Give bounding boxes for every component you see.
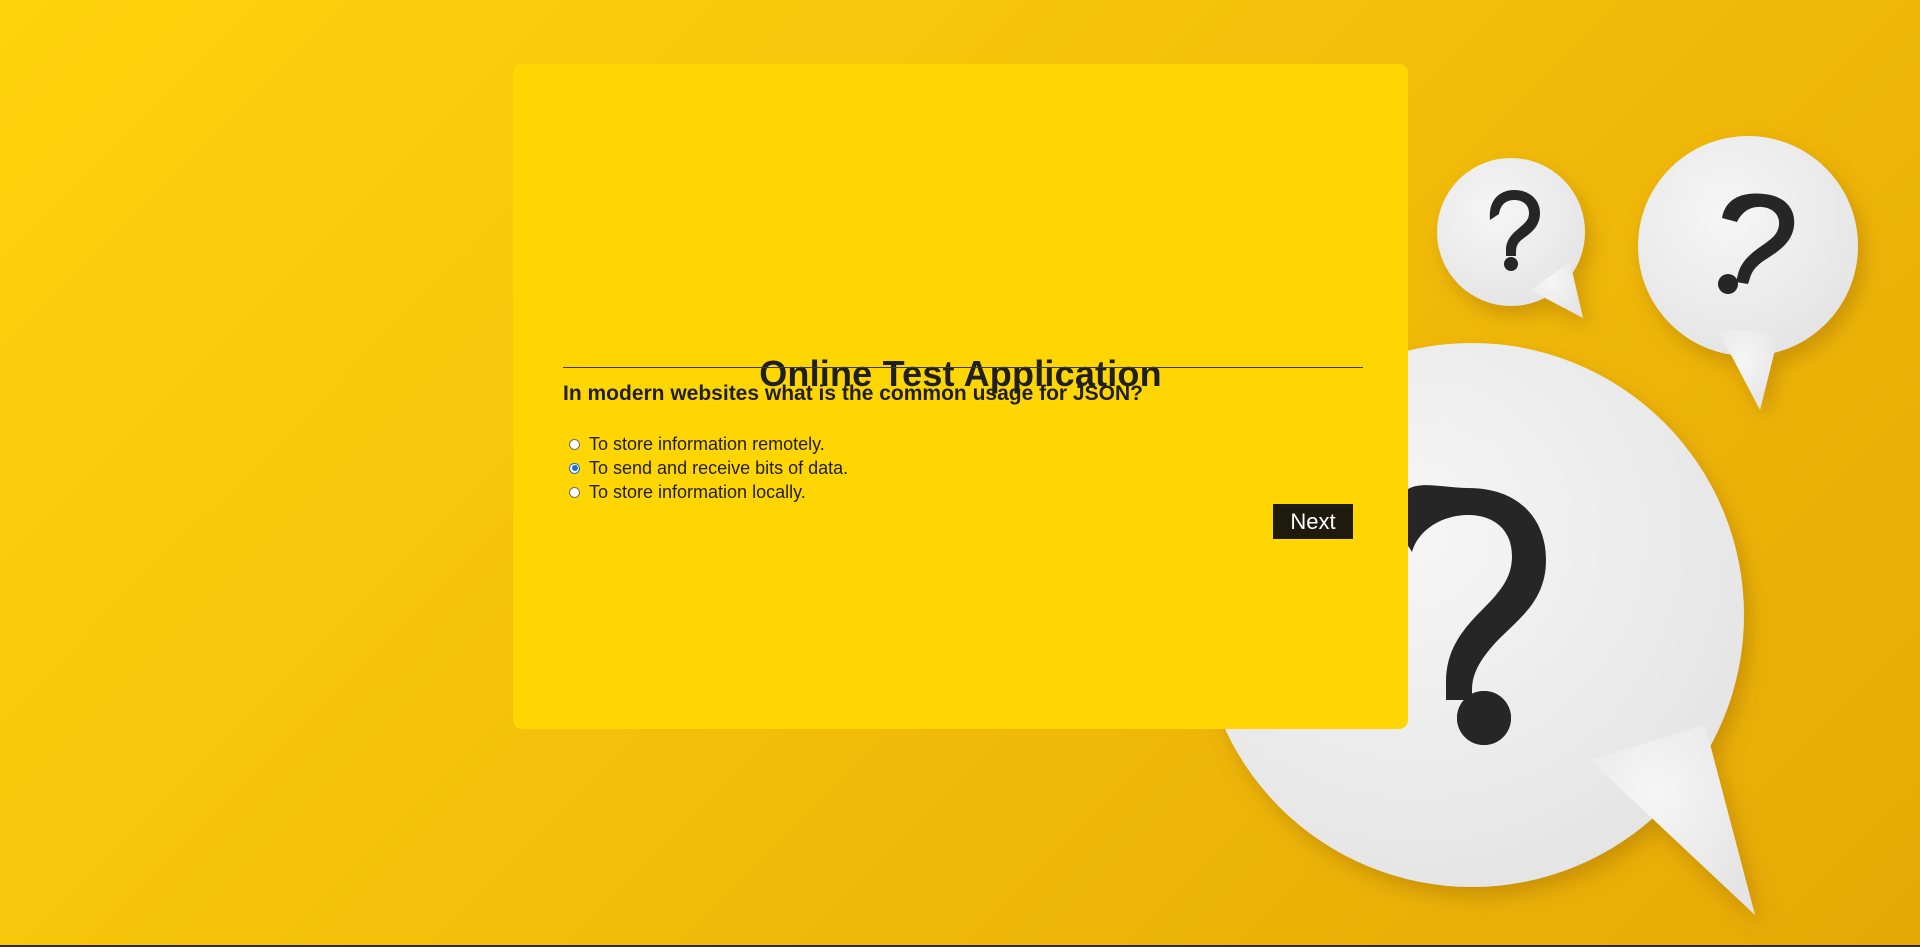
radio-button-selected[interactable] (569, 462, 580, 474)
radio-button[interactable] (569, 486, 580, 498)
next-button[interactable]: Next (1273, 504, 1353, 539)
radio-button[interactable] (569, 438, 580, 450)
answer-option-label: To send and receive bits of data. (589, 457, 849, 478)
answer-option[interactable]: To store information remotely. (568, 432, 848, 456)
answer-option-label: To store information remotely. (589, 433, 825, 454)
answer-option[interactable]: To store information locally. (568, 480, 848, 504)
answer-option-label: To store information locally. (589, 481, 806, 502)
question-text: In modern websites what is the common us… (563, 382, 1143, 405)
answer-options: To store information remotely. To send a… (568, 432, 848, 504)
quiz-card: Online Test Application In modern websit… (513, 64, 1408, 729)
title-divider (563, 367, 1363, 368)
answer-option[interactable]: To send and receive bits of data. (568, 456, 848, 480)
